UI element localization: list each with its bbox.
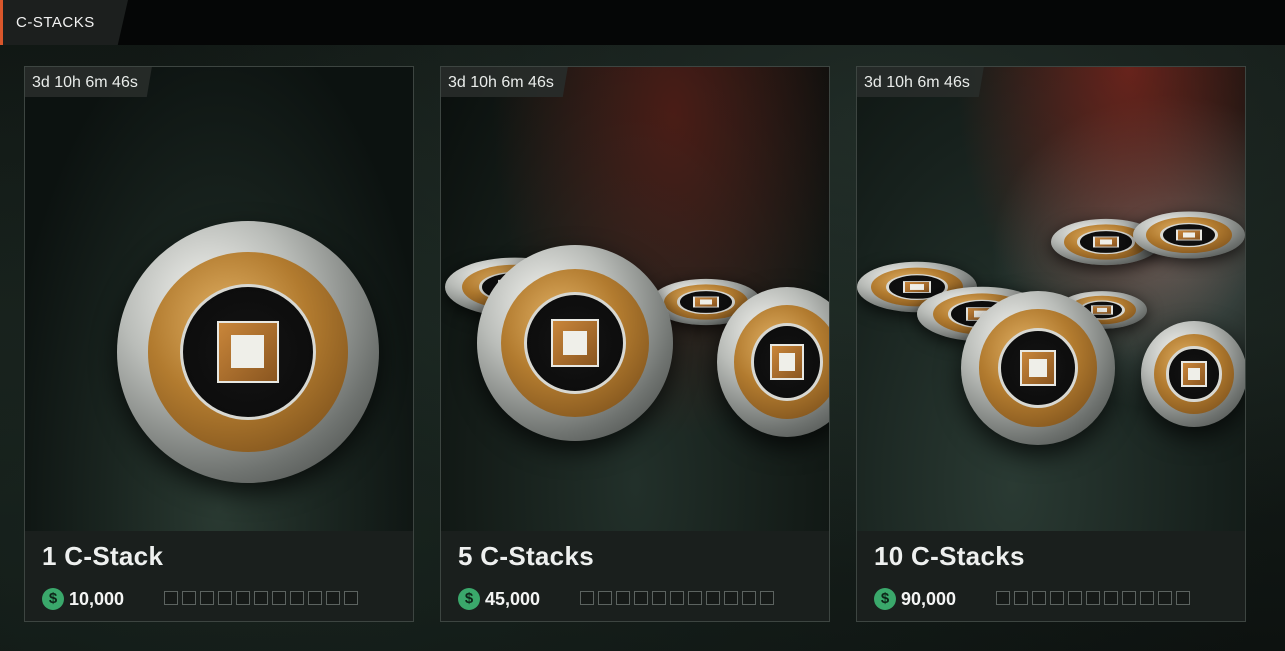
- dollar-coin-icon: $: [874, 588, 896, 610]
- slot-box: [218, 591, 232, 605]
- store-card-5-c-stacks[interactable]: 3d 10h 6m 46s 5 C-Stacks $ 45,000: [440, 66, 830, 622]
- tab-c-stacks[interactable]: C-STACKS: [0, 0, 128, 45]
- price-value: 90,000: [901, 588, 957, 609]
- slot-box: [724, 591, 738, 605]
- card-info-panel: 5 C-Stacks $ 45,000: [441, 531, 829, 621]
- progress-slots: [996, 591, 1190, 605]
- slot-box: [326, 591, 340, 605]
- slot-box: [1014, 591, 1028, 605]
- price-value: 10,000: [69, 588, 125, 609]
- item-artwork: [857, 67, 1245, 531]
- slot-box: [1032, 591, 1046, 605]
- slot-box: [254, 591, 268, 605]
- slot-box: [308, 591, 322, 605]
- store-card-10-c-stacks[interactable]: 3d 10h 6m 46s 10 C-Stacks $ 90,000: [856, 66, 1246, 622]
- top-bar: C-STACKS: [0, 0, 1285, 45]
- slot-box: [616, 591, 630, 605]
- item-artwork: [441, 67, 829, 531]
- slot-box: [182, 591, 196, 605]
- c-stack-coin-image: [1141, 321, 1245, 427]
- item-name: 5 C-Stacks: [458, 541, 594, 571]
- item-name: 1 C-Stack: [42, 541, 164, 571]
- slot-box: [598, 591, 612, 605]
- slot-box: [1068, 591, 1082, 605]
- countdown-timer: 3d 10h 6m 46s: [25, 67, 152, 97]
- slot-box: [688, 591, 702, 605]
- c-stack-coin-image: [961, 291, 1115, 445]
- slot-box: [742, 591, 756, 605]
- slot-box: [670, 591, 684, 605]
- slot-box: [200, 591, 214, 605]
- card-info-panel: 1 C-Stack $ 10,000: [25, 531, 413, 621]
- tab-label: C-STACKS: [16, 14, 95, 31]
- dollar-coin-icon: $: [458, 588, 480, 610]
- progress-slots: [164, 591, 358, 605]
- slot-box: [580, 591, 594, 605]
- slot-box: [236, 591, 250, 605]
- item-artwork: [25, 67, 413, 531]
- countdown-timer: 3d 10h 6m 46s: [441, 67, 568, 97]
- slot-box: [290, 591, 304, 605]
- c-stack-coin-image: [477, 245, 673, 441]
- price: $ 45,000: [458, 587, 540, 611]
- price-value: 45,000: [485, 588, 541, 609]
- slot-box: [706, 591, 720, 605]
- progress-slots: [580, 591, 774, 605]
- slot-box: [634, 591, 648, 605]
- slot-box: [1086, 591, 1100, 605]
- dollar-coin-icon: $: [42, 588, 64, 610]
- slot-box: [1050, 591, 1064, 605]
- item-name: 10 C-Stacks: [874, 541, 1025, 571]
- slot-box: [344, 591, 358, 605]
- store-screen: C-STACKS 3d 10h 6m 46s 1 C-Stack $ 10,00…: [0, 0, 1285, 651]
- slot-box: [652, 591, 666, 605]
- card-info-panel: 10 C-Stacks $ 90,000: [857, 531, 1245, 621]
- slot-box: [1158, 591, 1172, 605]
- slot-box: [164, 591, 178, 605]
- price: $ 10,000: [42, 587, 124, 611]
- slot-box: [272, 591, 286, 605]
- slot-box: [1140, 591, 1154, 605]
- slot-box: [1122, 591, 1136, 605]
- price: $ 90,000: [874, 587, 956, 611]
- store-card-1-c-stack[interactable]: 3d 10h 6m 46s 1 C-Stack $ 10,000: [24, 66, 414, 622]
- slot-box: [1104, 591, 1118, 605]
- slot-box: [760, 591, 774, 605]
- c-stack-coin-image: [117, 221, 379, 483]
- slot-box: [996, 591, 1010, 605]
- slot-box: [1176, 591, 1190, 605]
- c-stack-coin-image: [1133, 211, 1245, 259]
- countdown-timer: 3d 10h 6m 46s: [857, 67, 984, 97]
